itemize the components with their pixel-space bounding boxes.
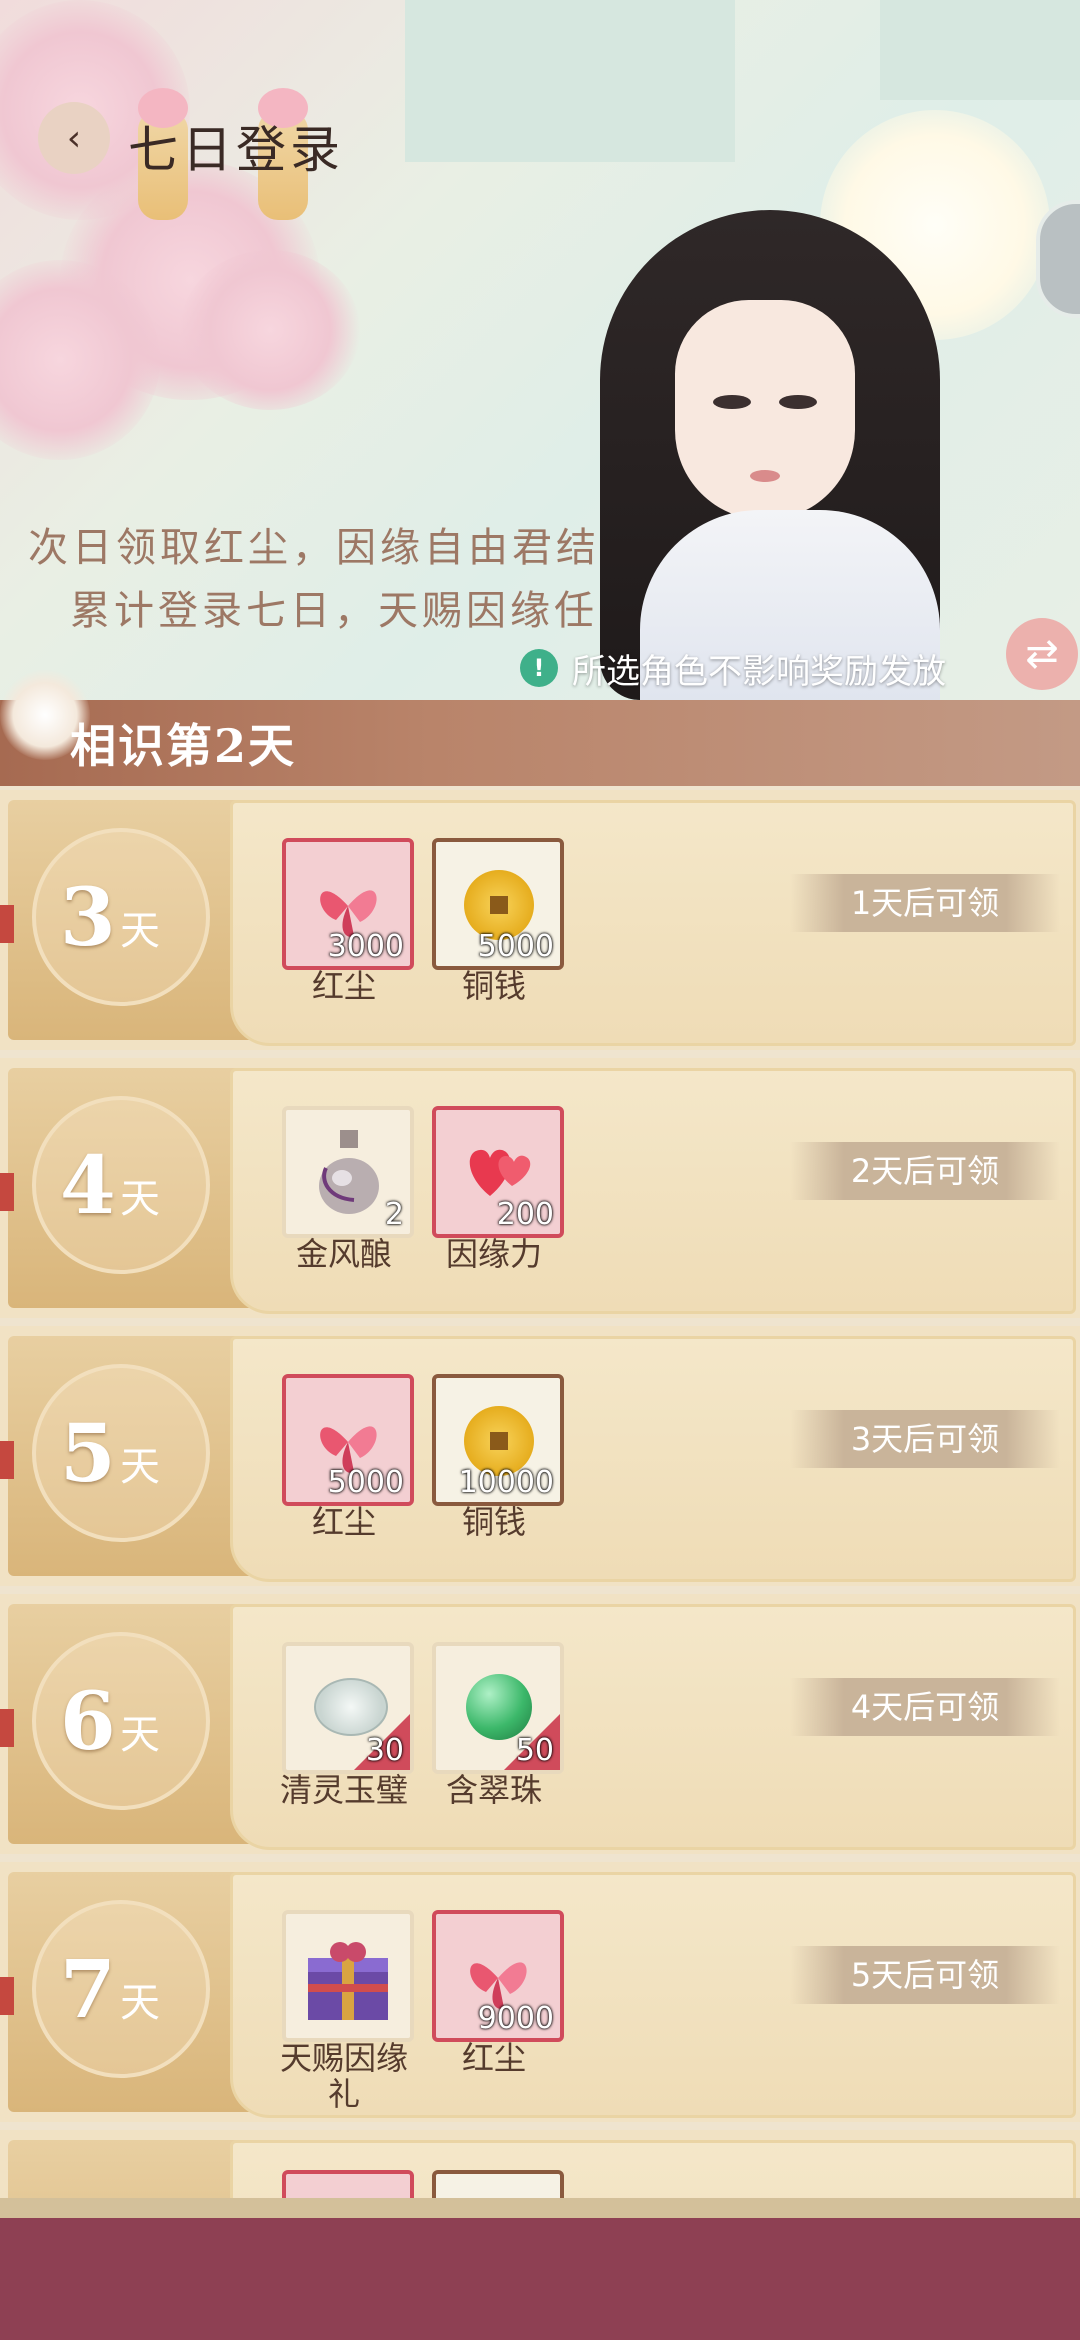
item-name: 清灵玉璧 bbox=[279, 1771, 408, 1809]
item-name: 红尘 bbox=[461, 2039, 526, 2077]
day-title: 相识第2天 bbox=[70, 719, 297, 773]
banner-panel bbox=[405, 0, 735, 162]
item-name: 金风酿 bbox=[295, 1235, 392, 1273]
claim-status: 4天后可领 bbox=[790, 1678, 1060, 1736]
item-quantity: 200 bbox=[496, 1197, 554, 1232]
reward-item[interactable]: 2 bbox=[282, 1106, 414, 1238]
banner-panel bbox=[880, 0, 1080, 100]
claim-status: 5天后可领 bbox=[790, 1946, 1060, 2004]
reward-item[interactable]: 50 bbox=[432, 1642, 564, 1774]
swap-arrows-icon: ⇄ bbox=[1025, 631, 1059, 677]
day-unit: 天 bbox=[120, 908, 160, 954]
claim-status: 2天后可领 bbox=[790, 1142, 1060, 1200]
page-title: 七日登录 bbox=[128, 121, 344, 179]
side-menu-button[interactable] bbox=[1036, 200, 1080, 318]
item-name: 红尘 bbox=[311, 967, 376, 1005]
item-name: 铜钱 bbox=[461, 1503, 526, 1541]
day-unit: 天 bbox=[120, 1980, 160, 2026]
day-unit: 天 bbox=[120, 1176, 160, 1222]
footer-bar bbox=[0, 2198, 1080, 2340]
item-name: 天赐因缘礼 bbox=[279, 2039, 408, 2113]
reward-item[interactable] bbox=[282, 1910, 414, 2042]
item-quantity: 2 bbox=[384, 1197, 404, 1232]
poem-line-2: 累计登录七日，天赐因缘任选 bbox=[70, 588, 642, 634]
item-quantity: 5000 bbox=[327, 1465, 404, 1500]
heart-icon bbox=[469, 1149, 531, 1196]
chevron-left-icon: ‹ bbox=[66, 117, 82, 159]
day-number: 6 bbox=[60, 1674, 116, 1768]
item-name: 红尘 bbox=[311, 1503, 376, 1541]
item-quantity: 3000 bbox=[327, 929, 404, 964]
item-quantity: 30 bbox=[365, 1733, 404, 1768]
character-portrait bbox=[580, 210, 1000, 700]
claim-status: 3天后可领 bbox=[790, 1410, 1060, 1468]
item-quantity: 5000 bbox=[477, 929, 554, 964]
back-button[interactable]: ‹ bbox=[38, 102, 110, 174]
notice-text: 所选角色不影响奖励发放 bbox=[572, 651, 946, 692]
reward-item[interactable]: 30 bbox=[282, 1642, 414, 1774]
item-quantity: 9000 bbox=[477, 2001, 554, 2036]
reward-item[interactable]: 200 bbox=[432, 1106, 564, 1238]
reward-item[interactable]: 10000 bbox=[432, 1374, 564, 1506]
reward-item[interactable]: 9000 bbox=[432, 1910, 564, 2042]
item-quantity: 10000 bbox=[458, 1465, 554, 1500]
claim-status: 1天后可领 bbox=[790, 874, 1060, 932]
reward-item[interactable]: 5000 bbox=[432, 838, 564, 970]
day-unit: 天 bbox=[120, 1712, 160, 1758]
day-header: 相识第2天 bbox=[0, 670, 1080, 786]
reward-row-day3: 3 天 3000 红尘 5000 铜钱 1天后可领 bbox=[0, 790, 1080, 1050]
gift-box-icon bbox=[308, 1942, 388, 2020]
wine-jar-icon bbox=[319, 1130, 379, 1214]
reward-row-day7: 7 天 天赐因缘礼 9000 红尘 5天后可领 bbox=[0, 1862, 1080, 2122]
day-number: 3 bbox=[60, 870, 116, 964]
reward-row-day5: 5 天 5000 红尘 10000 铜钱 3天后可领 bbox=[0, 1326, 1080, 1586]
item-quantity: 50 bbox=[515, 1733, 554, 1768]
reward-row-day4: 4 天 2 金风酿 200 因缘力 2天后可领 bbox=[0, 1058, 1080, 1318]
day-unit: 天 bbox=[120, 1444, 160, 1490]
item-name: 因缘力 bbox=[445, 1235, 542, 1273]
notice: ! 所选角色不影响奖励发放 bbox=[520, 640, 946, 696]
reward-item[interactable]: 3000 bbox=[282, 838, 414, 970]
reward-item[interactable]: 5000 bbox=[282, 1374, 414, 1506]
info-icon: ! bbox=[520, 649, 558, 687]
day-number: 7 bbox=[60, 1942, 116, 2036]
event-banner: ‹ 七日登录 次日领取红尘，因缘自由君结 累计登录七日，天赐因缘任选 ! 所选角… bbox=[0, 0, 1080, 700]
item-name: 含翠珠 bbox=[445, 1771, 542, 1809]
swap-character-button[interactable]: ⇄ bbox=[1006, 618, 1078, 690]
poem-line-1: 次日领取红尘，因缘自由君结 bbox=[28, 525, 600, 571]
day-number: 5 bbox=[60, 1406, 116, 1500]
day-number: 4 bbox=[60, 1138, 116, 1232]
reward-row-day6: 6 天 30 清灵玉璧 50 含翠珠 4天后可领 bbox=[0, 1594, 1080, 1854]
item-name: 铜钱 bbox=[461, 967, 526, 1005]
